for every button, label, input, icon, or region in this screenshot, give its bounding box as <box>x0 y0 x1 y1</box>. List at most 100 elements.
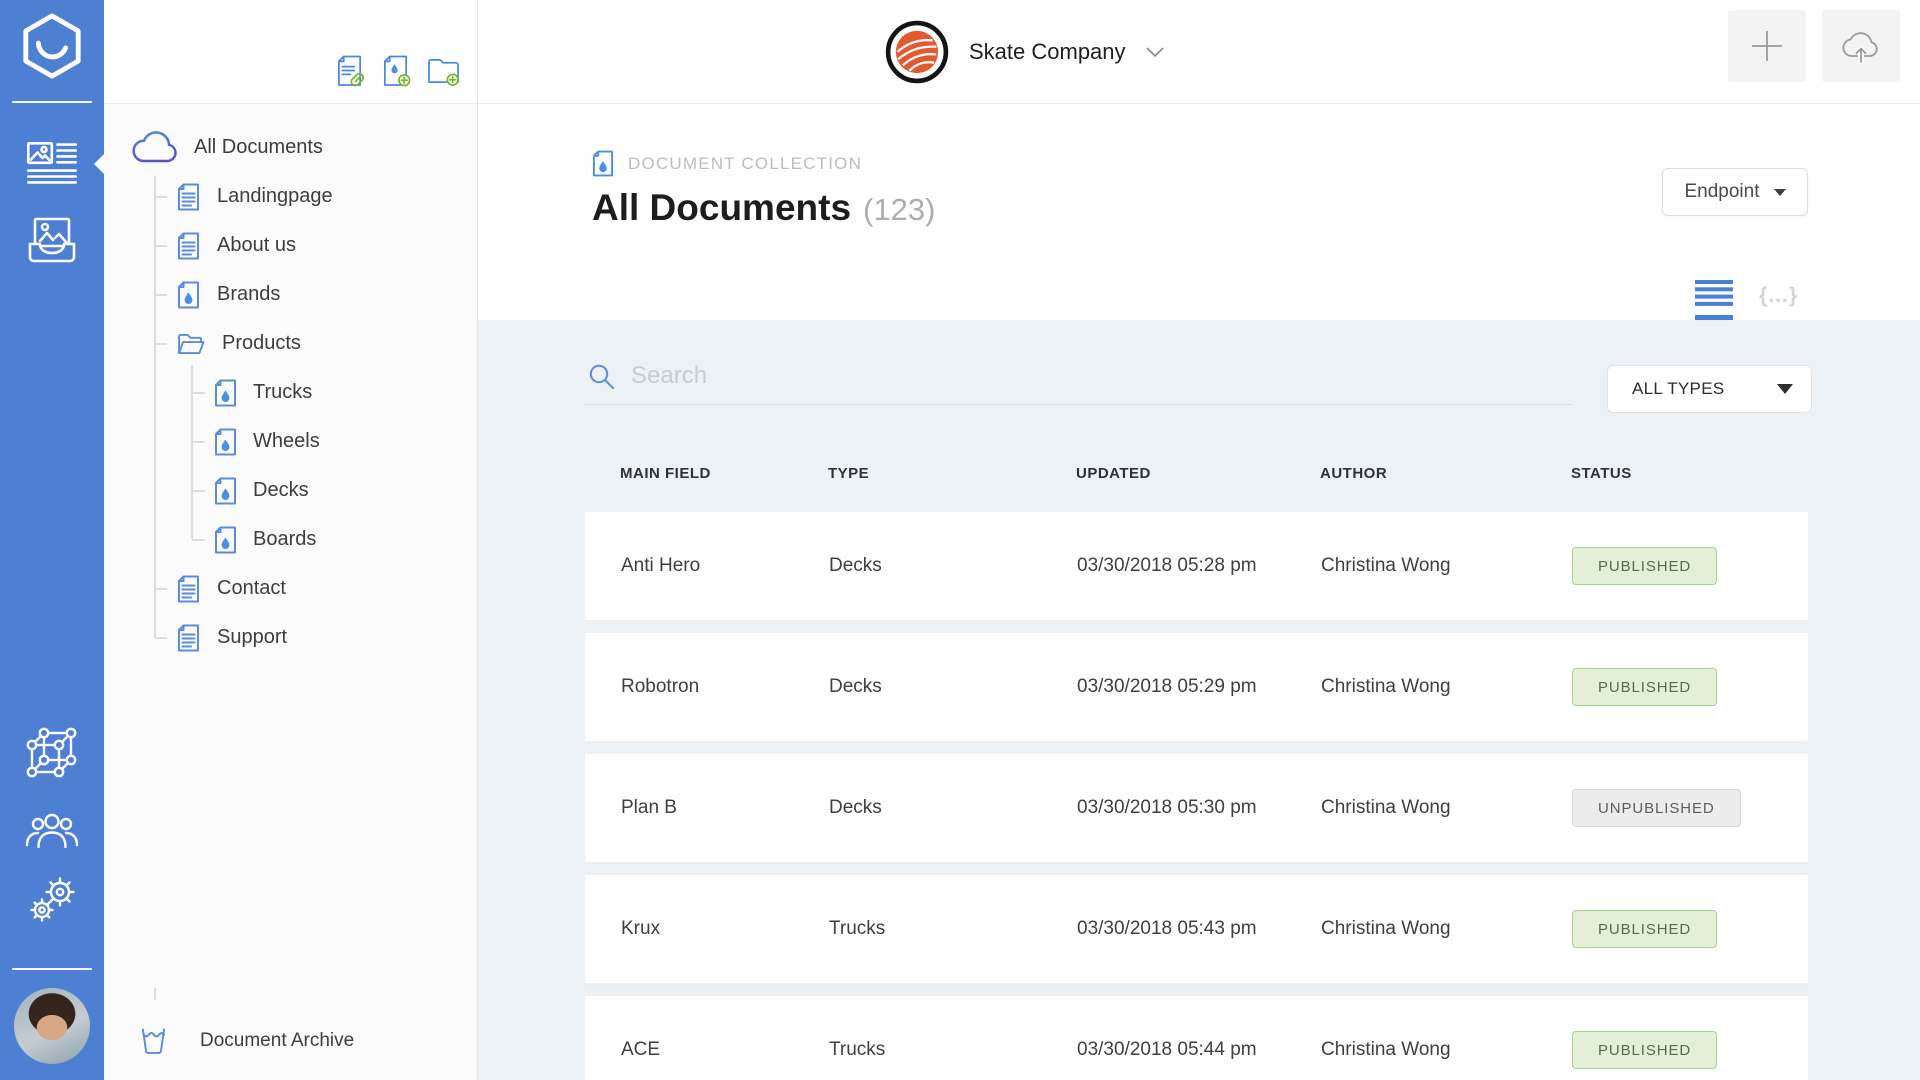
tree-item-label: Boards <box>253 528 317 550</box>
tree-item[interactable]: Contact <box>104 564 477 613</box>
cell-updated: 03/30/2018 05:28 pm <box>1077 555 1257 576</box>
settings-gears-icon <box>30 877 75 922</box>
schema-icon <box>26 727 77 778</box>
column-header[interactable]: AUTHOR <box>1320 465 1571 482</box>
tree-items: Landingpage About us Brands Products Tru… <box>104 172 477 662</box>
page-title: All Documents <box>592 187 852 228</box>
project-switcher[interactable]: Skate Company <box>885 0 1164 104</box>
cell-updated: 03/30/2018 05:43 pm <box>1077 918 1257 939</box>
table-row[interactable]: Krux Trucks 03/30/2018 05:43 pm Christin… <box>584 874 1809 984</box>
tree-item-label: Support <box>217 626 288 648</box>
type-filter-dropdown[interactable]: ALL TYPES <box>1607 365 1812 413</box>
document-archive-link[interactable]: Document Archive <box>104 1018 477 1064</box>
column-header[interactable]: UPDATED <box>1076 465 1320 482</box>
tree-connector-line <box>154 988 156 1000</box>
cell-author: Christina Wong <box>1321 918 1451 939</box>
tree-item[interactable]: Support <box>104 613 477 662</box>
app-root: All Documents Landingpage About us Brand… <box>0 0 1920 1080</box>
tree-item-label: Decks <box>253 479 309 501</box>
tree-item-label: Wheels <box>253 430 320 452</box>
tree-item-label: About us <box>217 234 296 256</box>
tree-item[interactable]: Landingpage <box>104 172 477 221</box>
search-icon <box>589 364 614 389</box>
cell-author: Christina Wong <box>1321 1039 1451 1060</box>
nav-content[interactable] <box>0 138 104 190</box>
plus-icon <box>1752 31 1782 61</box>
dropdown-caret-icon <box>1777 384 1793 394</box>
panel-actions <box>104 0 477 104</box>
tree-item[interactable]: Trucks <box>104 368 477 417</box>
table-row[interactable]: Robotron Decks 03/30/2018 05:29 pm Chris… <box>584 632 1809 742</box>
tree-root-all-documents[interactable]: All Documents <box>104 122 477 172</box>
table-row[interactable]: ACE Trucks 03/30/2018 05:44 pm Christina… <box>584 995 1809 1080</box>
document-icon <box>178 232 199 259</box>
collection-header: DOCUMENT COLLECTION All Documents (123) … <box>478 104 1920 320</box>
nav-users[interactable] <box>0 804 104 856</box>
cell-main-field: Plan B <box>621 797 677 818</box>
type-filter-label: ALL TYPES <box>1632 379 1725 398</box>
cell-type: Decks <box>829 555 882 576</box>
tree-item[interactable]: Wheels <box>104 417 477 466</box>
document-icon <box>178 575 199 602</box>
collection-kicker: DOCUMENT COLLECTION <box>478 104 1920 177</box>
content-icon <box>27 142 77 184</box>
table-header: MAIN FIELD TYPE UPDATED AUTHOR STATUS <box>584 457 1809 511</box>
archive-label: Document Archive <box>200 1030 355 1051</box>
asset-document-icon <box>215 379 236 406</box>
sidebar-divider <box>12 968 92 970</box>
app-logo-icon[interactable] <box>0 13 104 79</box>
dropdown-caret-icon <box>1773 188 1786 196</box>
tree-item-label: Products <box>222 332 301 354</box>
list-view-icon <box>1695 280 1734 306</box>
json-view-tab[interactable]: {...} <box>1759 284 1798 320</box>
cell-type: Trucks <box>829 918 886 939</box>
document-icon <box>178 183 199 210</box>
user-avatar[interactable] <box>14 988 90 1064</box>
sidebar-divider <box>12 101 92 103</box>
cell-main-field: Anti Hero <box>621 555 701 576</box>
header-actions <box>1728 10 1900 82</box>
column-header[interactable]: STATUS <box>1571 465 1809 482</box>
list-view-tab[interactable] <box>1695 280 1734 320</box>
json-view-icon: {...} <box>1759 284 1798 307</box>
chevron-down-icon <box>1145 47 1164 57</box>
cell-main-field: Krux <box>621 918 661 939</box>
endpoint-label: Endpoint <box>1684 181 1760 202</box>
asset-document-icon <box>215 428 236 455</box>
column-header[interactable]: TYPE <box>828 465 1076 482</box>
nav-settings[interactable] <box>0 874 104 926</box>
tree-item[interactable]: About us <box>104 221 477 270</box>
nav-schema[interactable] <box>0 727 104 779</box>
cell-main-field: Robotron <box>621 676 700 697</box>
tree-item[interactable]: Boards <box>104 515 477 564</box>
tree-root-label: All Documents <box>194 135 323 158</box>
column-header[interactable]: MAIN FIELD <box>620 465 828 482</box>
endpoint-button[interactable]: Endpoint <box>1662 168 1808 216</box>
tree-item[interactable]: Decks <box>104 466 477 515</box>
cell-updated: 03/30/2018 05:30 pm <box>1077 797 1257 818</box>
cell-updated: 03/30/2018 05:29 pm <box>1077 676 1257 697</box>
status-badge: PUBLISHED <box>1572 547 1718 585</box>
create-collection-button[interactable] <box>427 56 461 87</box>
kicker-label: DOCUMENT COLLECTION <box>628 153 863 173</box>
tree-item[interactable]: Products <box>104 319 477 368</box>
status-badge: PUBLISHED <box>1572 668 1718 706</box>
add-button[interactable] <box>1728 10 1806 82</box>
tree-item-label: Brands <box>217 283 281 305</box>
cell-author: Christina Wong <box>1321 555 1451 576</box>
search-input[interactable] <box>631 362 1572 390</box>
nav-assets[interactable] <box>0 214 104 266</box>
create-document-button[interactable] <box>335 55 365 87</box>
main-header: Skate Company <box>478 0 1920 104</box>
create-asset-button[interactable] <box>381 55 411 87</box>
table-row[interactable]: Plan B Decks 03/30/2018 05:30 pm Christi… <box>584 753 1809 863</box>
document-tree-panel: All Documents Landingpage About us Brand… <box>104 0 478 1080</box>
cell-type: Decks <box>829 676 882 697</box>
main-area: Skate Company DOCUMENT COLLECTION All Do… <box>478 0 1920 1080</box>
tree-item[interactable]: Brands <box>104 270 477 319</box>
upload-button[interactable] <box>1822 10 1900 82</box>
asset-document-icon <box>215 477 236 504</box>
table-row[interactable]: Anti Hero Decks 03/30/2018 05:28 pm Chri… <box>584 511 1809 621</box>
tree-item-label: Contact <box>217 577 286 599</box>
collection-type-icon <box>592 150 614 177</box>
